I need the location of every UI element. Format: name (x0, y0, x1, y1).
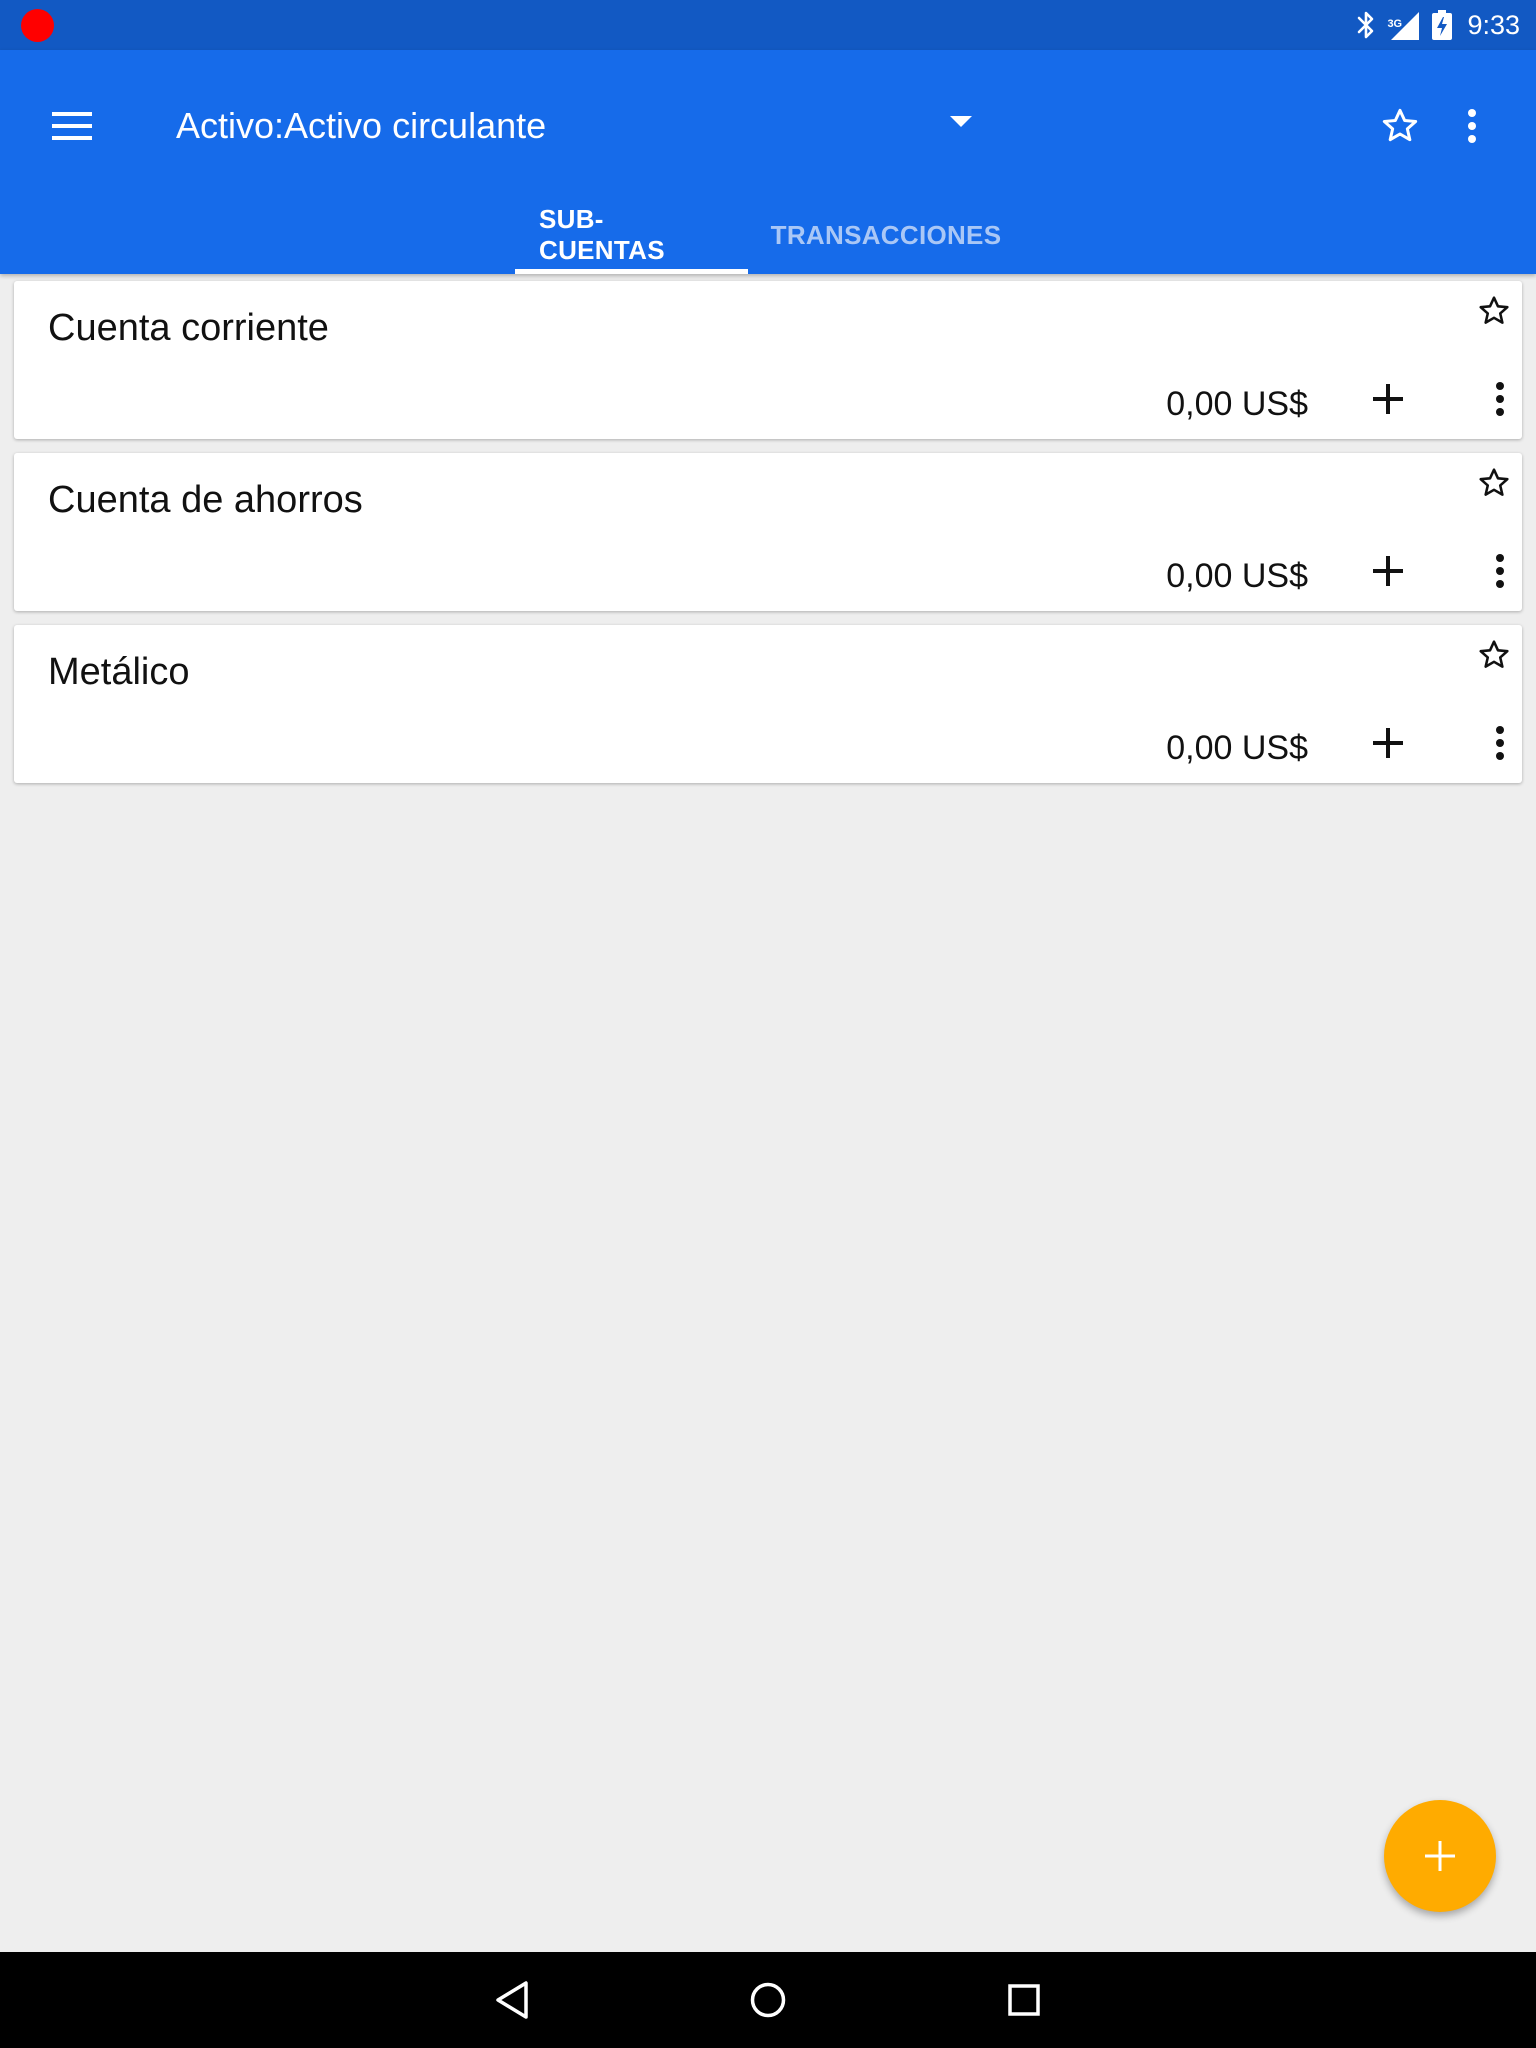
account-card[interactable]: Cuenta de ahorros 0,00 US$ (14, 453, 1522, 611)
plus-icon (1373, 728, 1403, 758)
back-button[interactable] (478, 1966, 546, 2034)
account-list: Cuenta corriente 0,00 US$ Cuenta de ahor… (14, 281, 1522, 797)
back-icon (496, 1981, 528, 2019)
dropdown-arrow-icon (950, 116, 972, 127)
battery-charging-icon (1432, 10, 1453, 40)
status-bar: 3G 9:33 (0, 0, 1536, 50)
tab-sub-cuentas[interactable]: SUB-CUENTAS (515, 196, 748, 274)
star-outline-icon (1479, 296, 1509, 324)
favorite-star-button[interactable] (1364, 90, 1436, 162)
cell-signal: 3G (1387, 8, 1421, 42)
account-name: Cuenta de ahorros (48, 479, 363, 521)
tab-label: TRANSACCIONES (770, 219, 1002, 250)
tab-transacciones[interactable]: TRANSACCIONES (748, 196, 1024, 274)
add-transaction-button[interactable] (1360, 543, 1416, 599)
add-account-fab[interactable] (1384, 1800, 1496, 1912)
account-favorite-button[interactable] (1472, 633, 1516, 677)
status-icons: 3G 9:33 (1355, 0, 1520, 50)
account-name: Metálico (48, 651, 190, 693)
plus-icon (1373, 556, 1403, 586)
account-more-options-button[interactable] (1480, 543, 1520, 599)
account-card[interactable]: Metálico 0,00 US$ (14, 625, 1522, 783)
tab-label: SUB-CUENTAS (539, 204, 665, 265)
account-favorite-button[interactable] (1472, 461, 1516, 505)
menu-icon (52, 112, 92, 140)
recording-dot-icon (21, 9, 54, 42)
tab-indicator (515, 269, 748, 274)
bluetooth-icon (1358, 11, 1374, 39)
recents-icon (1008, 1984, 1040, 2016)
more-vert-icon (1496, 554, 1504, 588)
account-more-options-button[interactable] (1480, 715, 1520, 771)
account-spinner[interactable]: Activo:Activo circulante (176, 90, 986, 162)
tab-bar: SUB-CUENTAS TRANSACCIONES (515, 196, 1024, 274)
status-clock: 9:33 (1467, 9, 1520, 40)
more-options-button[interactable] (1436, 90, 1508, 162)
account-balance: 0,00 US$ (1166, 385, 1308, 423)
cell-signal-icon (1391, 12, 1420, 40)
account-more-options-button[interactable] (1480, 371, 1520, 427)
account-balance: 0,00 US$ (1166, 729, 1308, 767)
star-outline-icon (1479, 640, 1509, 668)
add-transaction-button[interactable] (1360, 371, 1416, 427)
account-card[interactable]: Cuenta corriente 0,00 US$ (14, 281, 1522, 439)
page-title: Activo:Activo circulante (176, 105, 547, 146)
star-outline-icon (1479, 468, 1509, 496)
home-button[interactable] (734, 1966, 802, 2034)
navigation-bar (0, 1952, 1536, 2048)
more-vert-icon (1496, 382, 1504, 416)
account-balance: 0,00 US$ (1166, 557, 1308, 595)
more-vert-icon (1468, 109, 1476, 143)
app-bar: Activo:Activo circulante SUB-CUENTAS TRA… (0, 50, 1536, 274)
screen: 3G 9:33 Activo:Activo circulante SUB-CUE… (0, 0, 1536, 2048)
plus-icon (1425, 1841, 1455, 1871)
recents-button[interactable] (990, 1966, 1058, 2034)
more-vert-icon (1496, 726, 1504, 760)
add-transaction-button[interactable] (1360, 715, 1416, 771)
account-favorite-button[interactable] (1472, 289, 1516, 333)
star-outline-icon (1382, 108, 1418, 142)
account-name: Cuenta corriente (48, 307, 329, 349)
home-icon (750, 1982, 786, 2018)
menu-button[interactable] (36, 90, 108, 162)
plus-icon (1373, 384, 1403, 414)
